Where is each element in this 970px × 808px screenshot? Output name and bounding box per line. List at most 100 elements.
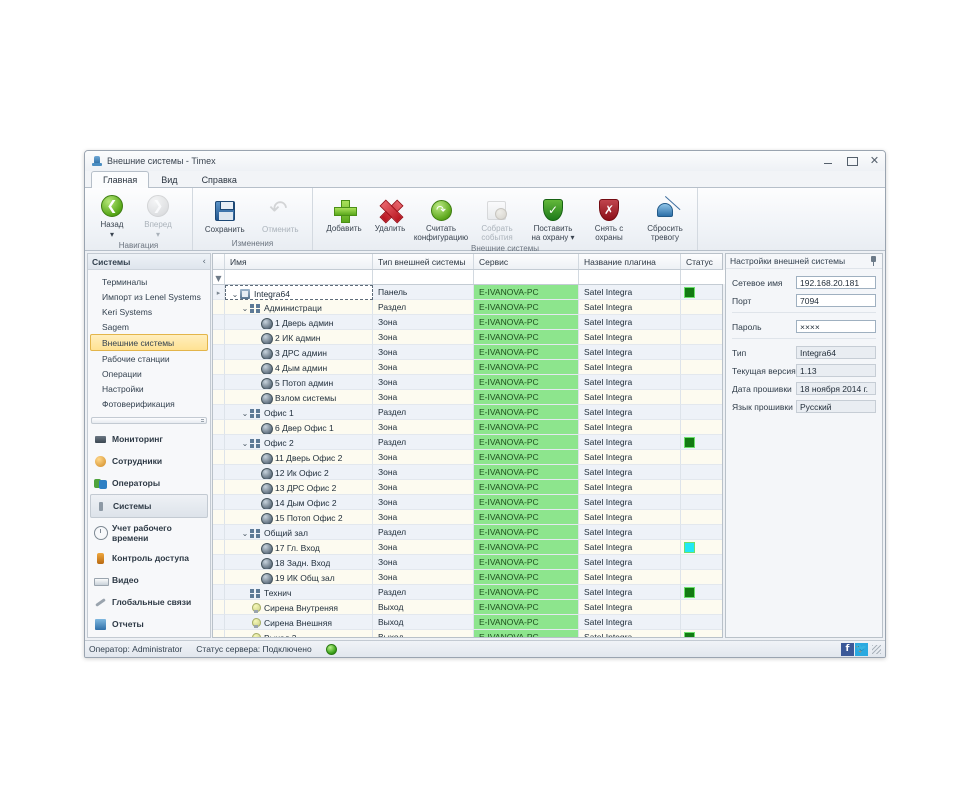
- chevron-down-icon[interactable]: ⌄: [230, 290, 240, 299]
- grid-header-service[interactable]: Сервис: [474, 254, 579, 269]
- cell-name[interactable]: Сирена Внешняя: [225, 615, 373, 630]
- cell-name[interactable]: ⌄ Администраци: [225, 300, 373, 315]
- cell-name[interactable]: 14 Дым Офис 2: [225, 495, 373, 510]
- table-row[interactable]: ⌄ Офис 2 Раздел E-IVANOVA-PC Satel Integra: [213, 435, 722, 450]
- forward-dropdown-icon[interactable]: ▾: [156, 230, 160, 239]
- property-field-1[interactable]: 192.168.20.181: [796, 276, 876, 289]
- sidebar-item-operations[interactable]: Операции: [88, 366, 210, 381]
- cell-name[interactable]: ⌄ Офис 2: [225, 435, 373, 450]
- module-access-control[interactable]: Контроль доступа: [88, 547, 210, 569]
- minimize-icon[interactable]: [822, 154, 835, 167]
- back-dropdown-icon[interactable]: ▾: [110, 230, 114, 239]
- cell-name[interactable]: ⌄ Integra64: [225, 285, 373, 300]
- filter-input-type[interactable]: [373, 270, 474, 284]
- chevron-down-icon[interactable]: ⌄: [240, 304, 250, 313]
- table-row[interactable]: 4 Дым админ Зона E-IVANOVA-PC Satel Integra: [213, 360, 722, 375]
- read-config-button[interactable]: ↷ Считать конфигурацию: [413, 195, 469, 242]
- table-row[interactable]: 12 Ик Офис 2 Зона E-IVANOVA-PC Satel Integr…: [213, 465, 722, 480]
- table-row[interactable]: ⌄ Офис 1 Раздел E-IVANOVA-PC Satel Integra: [213, 405, 722, 420]
- table-row[interactable]: 1 Дверь админ Зона E-IVANOVA-PC Satel Integ…: [213, 315, 722, 330]
- table-row[interactable]: Сирена Внешняя Выход E-IVANOVA-PC Satel Int…: [213, 615, 722, 630]
- chevron-down-icon[interactable]: ⌄: [240, 409, 250, 418]
- delete-button[interactable]: Удалить: [367, 195, 413, 242]
- table-row[interactable]: 5 Потоп админ Зона E-IVANOVA-PC Satel Integ…: [213, 375, 722, 390]
- table-row[interactable]: Выход 3 ВыходE-IVANOVA-PCSatel Integra: [213, 630, 722, 637]
- cell-name[interactable]: Сирена Внутреняя: [225, 600, 373, 615]
- cell-name[interactable]: 15 Потоп Офис 2: [225, 510, 373, 525]
- cell-name[interactable]: 19 ИК Общ зал: [225, 570, 373, 585]
- cell-name[interactable]: 13 ДРС Офис 2: [225, 480, 373, 495]
- cell-name[interactable]: 1 Дверь админ: [225, 315, 373, 330]
- chevron-left-icon[interactable]: ‹: [202, 257, 206, 267]
- module-video[interactable]: Видео: [88, 569, 210, 591]
- cell-name[interactable]: 5 Потоп админ: [225, 375, 373, 390]
- maximize-icon[interactable]: [845, 154, 858, 167]
- table-row[interactable]: 13 ДРС Офис 2 Зона E-IVANOVA-PC Satel Integ…: [213, 480, 722, 495]
- cell-name[interactable]: 3 ДРС админ: [225, 345, 373, 360]
- cell-name[interactable]: Взлом системы: [225, 390, 373, 405]
- grid-header-type[interactable]: Тип внешней системы: [373, 254, 474, 269]
- tab-spravka[interactable]: Справка: [190, 171, 249, 188]
- filter-input-status[interactable]: [681, 270, 727, 284]
- chevron-down-icon[interactable]: ⌄: [240, 439, 250, 448]
- back-button[interactable]: ❮ Назад ▾: [89, 191, 135, 239]
- grid-header-name[interactable]: Имя: [225, 254, 373, 269]
- filter-input-service[interactable]: [474, 270, 579, 284]
- close-icon[interactable]: ✕: [868, 154, 881, 167]
- table-row[interactable]: Сирена Внутреняя Выход E-IVANOVA-PC Satel I…: [213, 600, 722, 615]
- table-row[interactable]: 14 Дым Офис 2 Зона E-IVANOVA-PC Satel Integ…: [213, 495, 722, 510]
- property-field-2[interactable]: 7094: [796, 294, 876, 307]
- module-staff[interactable]: Сотрудники: [88, 450, 210, 472]
- table-row[interactable]: 11 Дверь Офис 2 Зона E-IVANOVA-PC Satel Int…: [213, 450, 722, 465]
- cell-name[interactable]: ⌄ Офис 1: [225, 405, 373, 420]
- nav-splitter[interactable]: [91, 417, 207, 424]
- disarm-button[interactable]: ✗ Снять с охраны: [581, 195, 637, 242]
- sidebar-item-terminaly[interactable]: Терминалы: [88, 274, 210, 289]
- module-global-links[interactable]: Глобальные связи: [88, 591, 210, 613]
- module-operators[interactable]: Операторы: [88, 472, 210, 494]
- cell-name[interactable]: 11 Дверь Офис 2: [225, 450, 373, 465]
- reset-alarm-button[interactable]: Сбросить тревогу: [637, 195, 693, 242]
- undo-button[interactable]: Отменить: [253, 196, 309, 237]
- sidebar-item-settings[interactable]: Настройки: [88, 381, 210, 396]
- module-time-tracking[interactable]: Учет рабочего времени: [88, 518, 210, 547]
- pin-icon[interactable]: [869, 256, 878, 266]
- module-monitoring[interactable]: Мониторинг: [88, 428, 210, 450]
- table-row[interactable]: 18 Задн. Вход Зона E-IVANOVA-PC Satel Integ…: [213, 555, 722, 570]
- table-row[interactable]: 3 ДРС админ Зона E-IVANOVA-PC Satel Integra: [213, 345, 722, 360]
- table-row[interactable]: 2 ИК админ Зона E-IVANOVA-PC Satel Integra: [213, 330, 722, 345]
- cell-name[interactable]: Выход 3: [225, 630, 373, 637]
- table-row[interactable]: 17 Гл. Вход Зона E-IVANOVA-PC Satel Integra: [213, 540, 722, 555]
- tab-glavnaya[interactable]: Главная: [91, 171, 150, 188]
- table-row[interactable]: ▸ ⌄ Integra64 Панель E-IVANOVA-PC Satel Integ…: [213, 285, 722, 300]
- tab-vid[interactable]: Вид: [149, 171, 189, 188]
- grid-header-plugin[interactable]: Название плагина: [579, 254, 681, 269]
- table-row[interactable]: Технич Раздел E-IVANOVA-PC Satel Integra: [213, 585, 722, 600]
- sidebar-item-photoverification[interactable]: Фотоверификация: [88, 396, 210, 411]
- grid-header-status[interactable]: Статус: [681, 254, 727, 269]
- table-row[interactable]: Взлом системы Зона E-IVANOVA-PC Satel Integ…: [213, 390, 722, 405]
- table-row[interactable]: ⌄ Общий зал Раздел E-IVANOVA-PC Satel Integr…: [213, 525, 722, 540]
- filter-icon[interactable]: ▼: [213, 270, 225, 284]
- sidebar-item-import-lenel[interactable]: Импорт из Lenel Systems: [88, 289, 210, 304]
- sidebar-item-external-systems[interactable]: Внешние системы: [90, 334, 208, 351]
- cell-name[interactable]: 2 ИК админ: [225, 330, 373, 345]
- table-row[interactable]: ⌄ Администраци Раздел E-IVANOVA-PC Satel Int…: [213, 300, 722, 315]
- cell-name[interactable]: 12 Ик Офис 2: [225, 465, 373, 480]
- add-button[interactable]: Добавить: [321, 195, 367, 242]
- property-field-3[interactable]: ××××: [796, 320, 876, 333]
- forward-button[interactable]: ❯ Вперед ▾: [135, 191, 181, 239]
- twitter-icon[interactable]: 🐦: [855, 642, 868, 656]
- module-systems[interactable]: Системы: [90, 494, 208, 518]
- cell-name[interactable]: 6 Двер Офис 1: [225, 420, 373, 435]
- cell-name[interactable]: 4 Дым админ: [225, 360, 373, 375]
- cell-name[interactable]: 17 Гл. Вход: [225, 540, 373, 555]
- module-reports[interactable]: Отчеты: [88, 613, 210, 635]
- sidebar-item-sagem[interactable]: Sagem: [88, 319, 210, 334]
- table-row[interactable]: 19 ИК Общ зал Зона E-IVANOVA-PC Satel Integ…: [213, 570, 722, 585]
- chevron-down-icon[interactable]: ⌄: [240, 529, 250, 538]
- table-row[interactable]: 6 Двер Офис 1 Зона E-IVANOVA-PC Satel Integ…: [213, 420, 722, 435]
- cell-name[interactable]: 18 Задн. Вход: [225, 555, 373, 570]
- facebook-icon[interactable]: f: [841, 642, 854, 656]
- collect-events-button[interactable]: Собрать события: [469, 195, 525, 242]
